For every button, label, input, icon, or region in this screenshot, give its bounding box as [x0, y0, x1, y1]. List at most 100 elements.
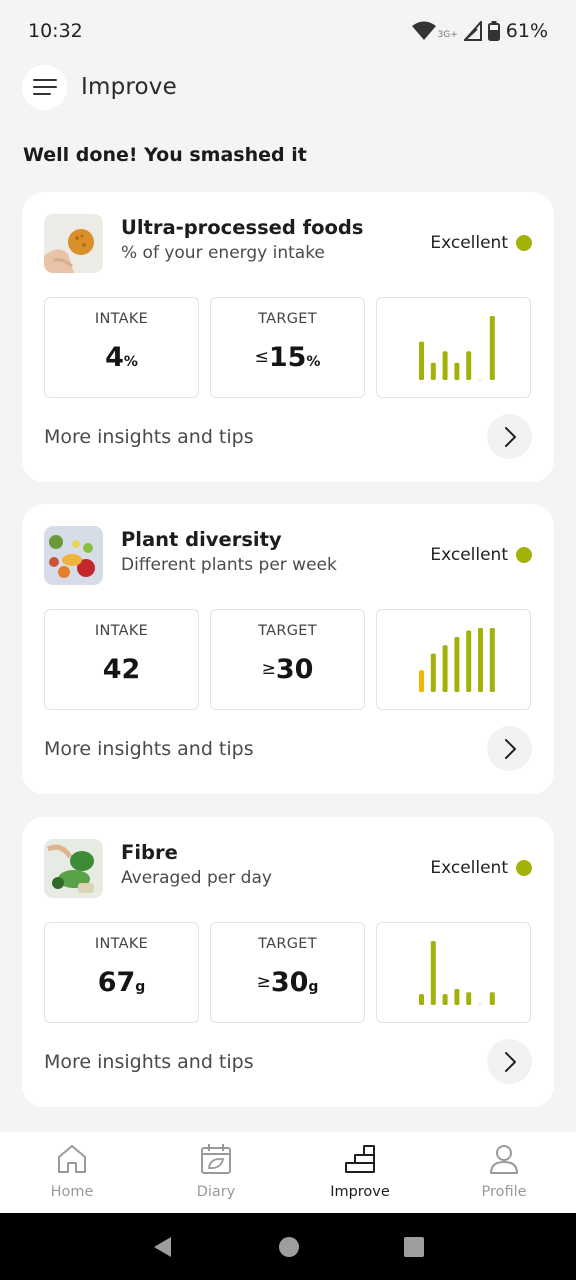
- trend-chart-box: [376, 297, 531, 398]
- target-value: ≤15%: [254, 342, 321, 373]
- open-details-button[interactable]: [487, 726, 532, 771]
- nav-label: Home: [50, 1184, 94, 1200]
- trend-bar: [479, 379, 481, 380]
- card-ultra-processed[interactable]: Ultra-processed foods % of your energy i…: [22, 192, 554, 482]
- target-value: ≥30: [261, 654, 314, 685]
- intake-label: INTAKE: [94, 936, 149, 952]
- intake-value: 4%: [105, 342, 138, 373]
- intake-label: INTAKE: [94, 623, 149, 639]
- insights-link[interactable]: More insights and tips: [44, 1051, 254, 1073]
- status-dot: [516, 860, 532, 876]
- menu-button[interactable]: [22, 64, 67, 110]
- battery-icon: [487, 21, 500, 41]
- intake-box: INTAKE 4%: [44, 297, 199, 398]
- trend-bar: [489, 316, 495, 380]
- trend-bar: [419, 341, 424, 380]
- back-icon[interactable]: [151, 1235, 175, 1259]
- diary-icon: [201, 1144, 231, 1174]
- trend-bar: [478, 628, 483, 692]
- card-subtitle: % of your energy intake: [121, 243, 325, 263]
- app-header: Improve: [22, 64, 177, 110]
- nav-item-diary[interactable]: Diary: [144, 1132, 288, 1213]
- chevron-right-icon: [504, 1051, 516, 1072]
- status-text: Excellent: [430, 858, 508, 878]
- trend-bar: [479, 1004, 481, 1005]
- open-details-button[interactable]: [487, 414, 532, 459]
- status-badge: Excellent: [430, 233, 532, 253]
- nav-item-improve[interactable]: Improve: [288, 1132, 432, 1213]
- trend-bar: [430, 653, 436, 692]
- card-subtitle: Different plants per week: [121, 555, 337, 575]
- trend-bar: [466, 351, 472, 380]
- improve-icon: [345, 1145, 375, 1173]
- chevron-right-icon: [504, 426, 516, 447]
- trend-bar: [430, 362, 436, 380]
- trend-bar: [419, 994, 424, 1005]
- target-box: TARGET ≥30g: [210, 922, 365, 1023]
- hamburger-menu-icon: [32, 79, 57, 95]
- card-title: Ultra-processed foods: [121, 216, 364, 239]
- trend-bar: [454, 362, 460, 380]
- ultra-processed-thumbnail: [44, 214, 103, 273]
- intake-value: 67g: [97, 967, 146, 998]
- profile-icon: [490, 1145, 518, 1174]
- home-icon: [58, 1145, 86, 1173]
- trend-bar: [466, 992, 472, 1005]
- page-title: Improve: [81, 74, 177, 100]
- intake-label: INTAKE: [94, 311, 149, 327]
- card-title: Fibre: [121, 841, 178, 864]
- status-dot: [516, 235, 532, 251]
- signal-icon: [463, 21, 482, 41]
- system-nav-bar: [0, 1213, 576, 1280]
- trend-bar: [442, 645, 448, 692]
- nav-label: Improve: [330, 1184, 390, 1200]
- card-fibre[interactable]: Fibre Averaged per day Excellent INTAKE …: [22, 817, 554, 1107]
- home-circle-icon[interactable]: [278, 1236, 300, 1258]
- trend-bar: [454, 989, 460, 1005]
- chevron-right-icon: [504, 738, 516, 759]
- intake-value: 42: [102, 654, 141, 685]
- card-subtitle: Averaged per day: [121, 868, 272, 888]
- fibre-thumbnail: [44, 839, 103, 898]
- nav-item-profile[interactable]: Profile: [432, 1132, 576, 1213]
- target-label: TARGET: [258, 311, 317, 327]
- trend-mini-chart: [419, 316, 495, 380]
- target-value: ≥30g: [256, 967, 319, 998]
- nav-item-home[interactable]: Home: [0, 1132, 144, 1213]
- open-details-button[interactable]: [487, 1039, 532, 1084]
- target-label: TARGET: [258, 623, 317, 639]
- trend-chart-box: [376, 922, 531, 1023]
- recents-icon[interactable]: [403, 1236, 425, 1258]
- battery-percent: 61%: [505, 20, 548, 42]
- trend-bar: [489, 992, 495, 1005]
- status-text: Excellent: [430, 233, 508, 253]
- trend-bar: [454, 636, 460, 692]
- target-box: TARGET ≤15%: [210, 297, 365, 398]
- insights-link[interactable]: More insights and tips: [44, 738, 254, 760]
- trend-chart-box: [376, 609, 531, 710]
- status-bar: 10:32 3G+ 61%: [0, 0, 576, 62]
- trend-bar: [489, 628, 495, 692]
- status-text: Excellent: [430, 545, 508, 565]
- wifi-icon: [411, 21, 436, 40]
- card-title: Plant diversity: [121, 528, 282, 551]
- target-label: TARGET: [258, 936, 317, 952]
- status-badge: Excellent: [430, 545, 532, 565]
- target-box: TARGET ≥30: [210, 609, 365, 710]
- trend-mini-chart: [419, 941, 495, 1005]
- network-type: 3G+: [437, 30, 458, 40]
- status-dot: [516, 547, 532, 563]
- nav-label: Diary: [196, 1184, 236, 1200]
- card-plant-diversity[interactable]: Plant diversity Different plants per wee…: [22, 504, 554, 794]
- trend-bar: [442, 351, 448, 380]
- status-badge: Excellent: [430, 858, 532, 878]
- intake-box: INTAKE 67g: [44, 922, 199, 1023]
- status-icons: 3G+ 61%: [411, 20, 548, 42]
- trend-bar: [466, 630, 472, 692]
- bottom-nav: Home Diary Improve Profile: [0, 1132, 576, 1213]
- insights-link[interactable]: More insights and tips: [44, 426, 254, 448]
- trend-mini-chart: [419, 628, 495, 692]
- plant-diversity-thumbnail: [44, 526, 103, 585]
- intake-box: INTAKE 42: [44, 609, 199, 710]
- trend-bar: [442, 994, 448, 1005]
